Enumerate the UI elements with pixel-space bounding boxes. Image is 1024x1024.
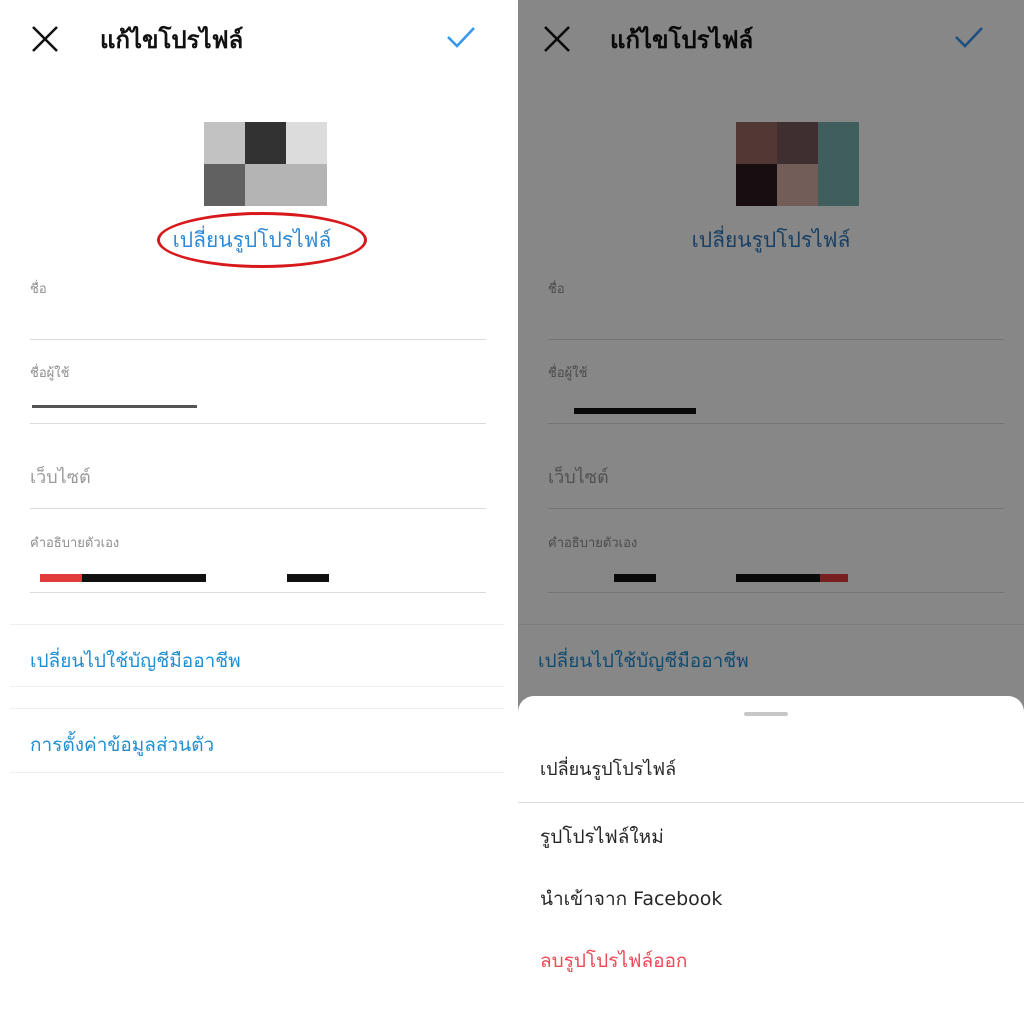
section-divider — [10, 686, 504, 687]
bio-underline — [30, 592, 486, 593]
redacted-bio-1 — [40, 574, 82, 582]
remove-profile-photo-option[interactable]: ลบรูปโปรไฟล์ออก — [540, 946, 687, 976]
panel-divider — [504, 0, 518, 1024]
name-label: ชื่อ — [30, 282, 47, 297]
website-underline — [30, 508, 486, 509]
username-field[interactable] — [30, 390, 486, 418]
drag-handle[interactable] — [744, 712, 788, 716]
new-profile-photo-option[interactable]: รูปโปรไฟล์ใหม่ — [540, 822, 664, 852]
annotation-circle — [157, 212, 367, 268]
import-from-facebook-option[interactable]: นำเข้าจาก Facebook — [540, 884, 722, 914]
redacted-bio-3 — [287, 574, 329, 582]
sheet-title: เปลี่ยนรูปโปรไฟล์ — [540, 759, 677, 780]
name-underline — [30, 339, 486, 340]
switch-professional-link[interactable]: เปลี่ยนไปใช้บัญชีมืออาชีพ — [30, 646, 241, 676]
sheet-divider — [518, 802, 1024, 803]
check-icon — [447, 27, 475, 48]
section-divider — [10, 624, 504, 625]
top-bar: แก้ไขโปรไฟล์ — [0, 0, 504, 76]
personal-info-settings-link[interactable]: การตั้งค่าข้อมูลส่วนตัว — [30, 730, 214, 760]
section-divider — [10, 708, 504, 709]
username-underline — [30, 423, 486, 424]
redacted-username — [32, 405, 197, 408]
username-label: ชื่อผู้ใช้ — [30, 366, 70, 381]
profile-photo[interactable] — [204, 122, 328, 206]
redacted-bio-2 — [82, 574, 206, 582]
close-button[interactable] — [28, 22, 62, 56]
bio-label: คำอธิบายตัวเอง — [30, 536, 120, 551]
edit-profile-screen: แก้ไขโปรไฟล์ เปลี่ยนรูปโปรไฟล์ ชื่อ ชื่อ… — [0, 0, 504, 1024]
bottom-sheet: เปลี่ยนรูปโปรไฟล์ รูปโปรไฟล์ใหม่ นำเข้าจ… — [518, 696, 1024, 1024]
name-field[interactable] — [30, 304, 486, 332]
edit-profile-screen-with-sheet: แก้ไขโปรไฟล์ เปลี่ยนรูปโปรไฟล์ ชื่อ ชื่อ… — [518, 0, 1024, 1024]
section-divider — [10, 772, 504, 773]
close-icon — [32, 26, 58, 52]
website-field[interactable]: เว็บไซต์ — [30, 462, 91, 491]
page-title: แก้ไขโปรไฟล์ — [100, 26, 244, 54]
done-button[interactable] — [444, 22, 478, 52]
